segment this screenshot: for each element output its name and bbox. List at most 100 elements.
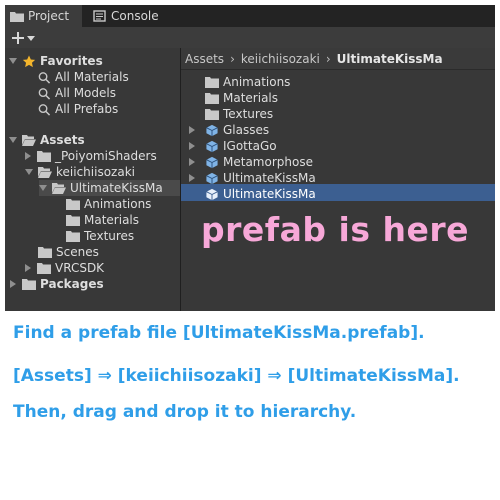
favorite-all-prefabs[interactable]: All Prefabs bbox=[37, 101, 118, 117]
star-icon bbox=[22, 54, 36, 67]
chevron-right-icon bbox=[25, 152, 31, 160]
plus-icon bbox=[12, 32, 24, 44]
tree-label: Animations bbox=[84, 197, 152, 211]
annotation-prefab-is-here: prefab is here bbox=[201, 210, 469, 249]
asset-item-animations[interactable]: Animations bbox=[205, 74, 290, 90]
asset-item-metamorphose[interactable]: Metamorphose bbox=[189, 154, 313, 170]
breadcrumb-ultimatekissma[interactable]: UltimateKissMa bbox=[337, 52, 443, 66]
tree-item-animations[interactable]: Animations bbox=[66, 196, 151, 212]
favorite-all-models[interactable]: All Models bbox=[37, 85, 116, 101]
folder-tree: Favorites All Materials All Models All P… bbox=[5, 48, 180, 311]
tree-label: Materials bbox=[84, 213, 140, 227]
prefab-cube-icon bbox=[206, 156, 218, 168]
create-button[interactable] bbox=[9, 29, 37, 46]
chevron-down-icon bbox=[25, 169, 33, 175]
open-folder-icon bbox=[22, 135, 36, 146]
assets-label: Assets bbox=[40, 133, 85, 147]
favorites-label: Favorites bbox=[40, 54, 103, 68]
prefab-cube-icon bbox=[206, 172, 218, 184]
favorite-label: All Prefabs bbox=[55, 102, 119, 116]
search-icon bbox=[38, 103, 51, 116]
tab-console[interactable]: Console bbox=[93, 5, 173, 27]
asset-label: Materials bbox=[223, 91, 279, 105]
packages-label: Packages bbox=[40, 277, 104, 291]
open-folder-icon bbox=[52, 183, 66, 194]
tree-item-poiyomi[interactable]: _PoiyomiShaders bbox=[25, 148, 157, 164]
folder-icon bbox=[66, 231, 80, 242]
tree-item-packages[interactable]: Packages bbox=[10, 276, 104, 292]
asset-item-ultimatekissma-prefab[interactable]: UltimateKissMa bbox=[205, 186, 316, 202]
breadcrumb-keiichiisozaki[interactable]: keiichiisozaki bbox=[241, 52, 320, 66]
chevron-down-icon bbox=[39, 185, 47, 191]
tree-item-textures[interactable]: Textures bbox=[66, 228, 134, 244]
favorite-label: All Models bbox=[55, 86, 116, 100]
console-icon bbox=[93, 10, 106, 22]
tree-item-vrcsdk[interactable]: VRCSDK bbox=[25, 260, 104, 276]
tree-item-scenes[interactable]: Scenes bbox=[38, 244, 99, 260]
caret-down-icon bbox=[27, 36, 35, 41]
tree-label: Scenes bbox=[56, 245, 99, 259]
prefab-cube-icon bbox=[206, 140, 218, 152]
open-folder-icon bbox=[38, 167, 52, 178]
chevron-right-icon bbox=[10, 280, 16, 288]
search-icon bbox=[38, 71, 51, 84]
chevron-right-icon bbox=[189, 174, 195, 182]
prefab-cube-icon bbox=[206, 124, 218, 136]
asset-label: UltimateKissMa bbox=[223, 171, 316, 185]
folder-icon bbox=[205, 93, 219, 104]
folder-icon bbox=[66, 215, 80, 226]
prefab-cube-icon bbox=[206, 188, 218, 200]
folder-icon bbox=[10, 12, 24, 22]
chevron-down-icon bbox=[9, 58, 17, 64]
instruction-line-3: Then, drag and drop it to hierarchy. bbox=[13, 402, 357, 422]
folder-icon bbox=[205, 109, 219, 120]
asset-label: UltimateKissMa bbox=[223, 187, 316, 201]
tree-label: VRCSDK bbox=[55, 261, 105, 275]
tree-item-favorites[interactable]: Favorites bbox=[9, 53, 103, 69]
tree-item-keiichiisozaki[interactable]: keiichiisozaki bbox=[25, 164, 135, 180]
folder-icon bbox=[37, 263, 51, 274]
asset-label: Metamorphose bbox=[223, 155, 313, 169]
tree-item-ultimatekissma[interactable]: UltimateKissMa bbox=[39, 180, 180, 196]
tree-label: _PoiyomiShaders bbox=[55, 149, 157, 163]
instruction-line-2: [Assets] ⇒ [keiichiisozaki] ⇒ [UltimateK… bbox=[13, 366, 460, 386]
favorite-label: All Materials bbox=[55, 70, 129, 84]
tree-item-materials[interactable]: Materials bbox=[66, 212, 139, 228]
project-window: Project Console Favorites All Materials … bbox=[5, 5, 495, 311]
tab-console-label: Console bbox=[111, 9, 159, 23]
folder-icon bbox=[66, 199, 80, 210]
tree-label: Textures bbox=[84, 229, 135, 243]
tree-label: keiichiisozaki bbox=[56, 165, 135, 179]
search-icon bbox=[38, 87, 51, 100]
asset-list-pane: Assets › keiichiisozaki › UltimateKissMa… bbox=[181, 48, 495, 311]
tree-label: UltimateKissMa bbox=[70, 181, 163, 195]
tree-item-assets[interactable]: Assets bbox=[9, 132, 85, 148]
chevron-right-icon bbox=[25, 264, 31, 272]
breadcrumb: Assets › keiichiisozaki › UltimateKissMa bbox=[181, 48, 495, 70]
tab-bar: Project Console bbox=[5, 5, 495, 27]
asset-item-glasses[interactable]: Glasses bbox=[189, 122, 269, 138]
asset-label: IGottaGo bbox=[223, 139, 277, 153]
breadcrumb-separator-icon: › bbox=[325, 51, 331, 66]
breadcrumb-separator-icon: › bbox=[230, 51, 235, 66]
asset-item-igottago[interactable]: IGottaGo bbox=[189, 138, 277, 154]
asset-label: Textures bbox=[223, 107, 274, 121]
chevron-right-icon bbox=[189, 126, 195, 134]
chevron-down-icon bbox=[9, 137, 17, 143]
asset-item-ultimatekissma-model[interactable]: UltimateKissMa bbox=[189, 170, 316, 186]
tab-project[interactable]: Project bbox=[5, 5, 82, 27]
instruction-line-1: Find a prefab file [UltimateKissMa.prefa… bbox=[13, 323, 425, 343]
folder-icon bbox=[38, 247, 52, 258]
asset-item-materials[interactable]: Materials bbox=[205, 90, 278, 106]
asset-label: Glasses bbox=[223, 123, 270, 137]
breadcrumb-assets[interactable]: Assets bbox=[185, 52, 224, 66]
folder-icon bbox=[37, 151, 51, 162]
toolbar bbox=[5, 27, 495, 49]
asset-item-textures[interactable]: Textures bbox=[205, 106, 273, 122]
asset-label: Animations bbox=[223, 75, 291, 89]
chevron-right-icon bbox=[189, 142, 195, 150]
chevron-right-icon bbox=[189, 158, 195, 166]
tab-project-label: Project bbox=[28, 9, 70, 23]
folder-icon bbox=[205, 77, 219, 88]
favorite-all-materials[interactable]: All Materials bbox=[37, 69, 129, 85]
